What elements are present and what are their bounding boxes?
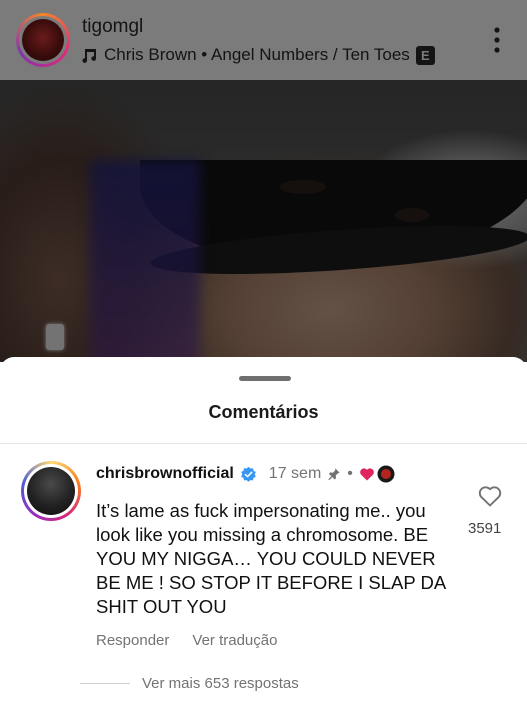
heart-outline-icon[interactable] [478,485,502,507]
comment-header: chrisbrownofficial 17 sem • [96,465,395,483]
explicit-badge: E [415,45,435,65]
verified-badge-icon [240,466,256,482]
reply-button[interactable]: Responder [96,632,169,649]
like-count: 3591 [468,520,502,537]
comment-avatar-image [27,467,75,515]
post-username[interactable]: tigomgl [82,16,143,38]
translate-button[interactable]: Ver tradução [192,632,277,649]
comment-time: 17 sem [268,465,322,482]
modal-overlay[interactable] [0,80,527,362]
comment-avatar[interactable] [21,461,81,521]
comment-text: It’s lame as fuck impersonating me.. you… [96,500,446,617]
comment-avatar-inner [24,464,78,518]
music-note-icon [82,49,97,63]
post-header: tigomgl Chris Brown • Angel Numbers / Te… [0,0,527,80]
more-vertical-icon[interactable] [490,26,504,54]
sheet-drag-handle[interactable] [239,376,291,381]
author-mini-avatar [377,465,395,483]
view-replies-button[interactable]: Ver mais 653 respostas [142,675,299,692]
post-music-label: Chris Brown • Angel Numbers / Ten Toes [104,45,410,64]
pin-icon [328,468,340,481]
liked-by-author [359,465,395,483]
post-music[interactable]: Chris Brown • Angel Numbers / Ten Toes E [82,45,435,65]
post-avatar-inner [19,16,67,64]
comment-separator: • [347,465,353,482]
replies-divider-line [80,683,130,684]
comments-sheet: Comentários chrisbrownofficial 17 sem • … [0,357,527,717]
comment-username[interactable]: chrisbrownofficial [96,465,234,483]
sheet-title: Comentários [208,402,319,422]
heart-filled-icon [360,468,374,481]
post-avatar-image [22,19,64,61]
sheet-divider [0,443,527,444]
post-area: tigomgl Chris Brown • Angel Numbers / Te… [0,0,527,362]
post-avatar[interactable] [16,13,70,67]
comment-actions: Responder Ver tradução [96,632,277,649]
